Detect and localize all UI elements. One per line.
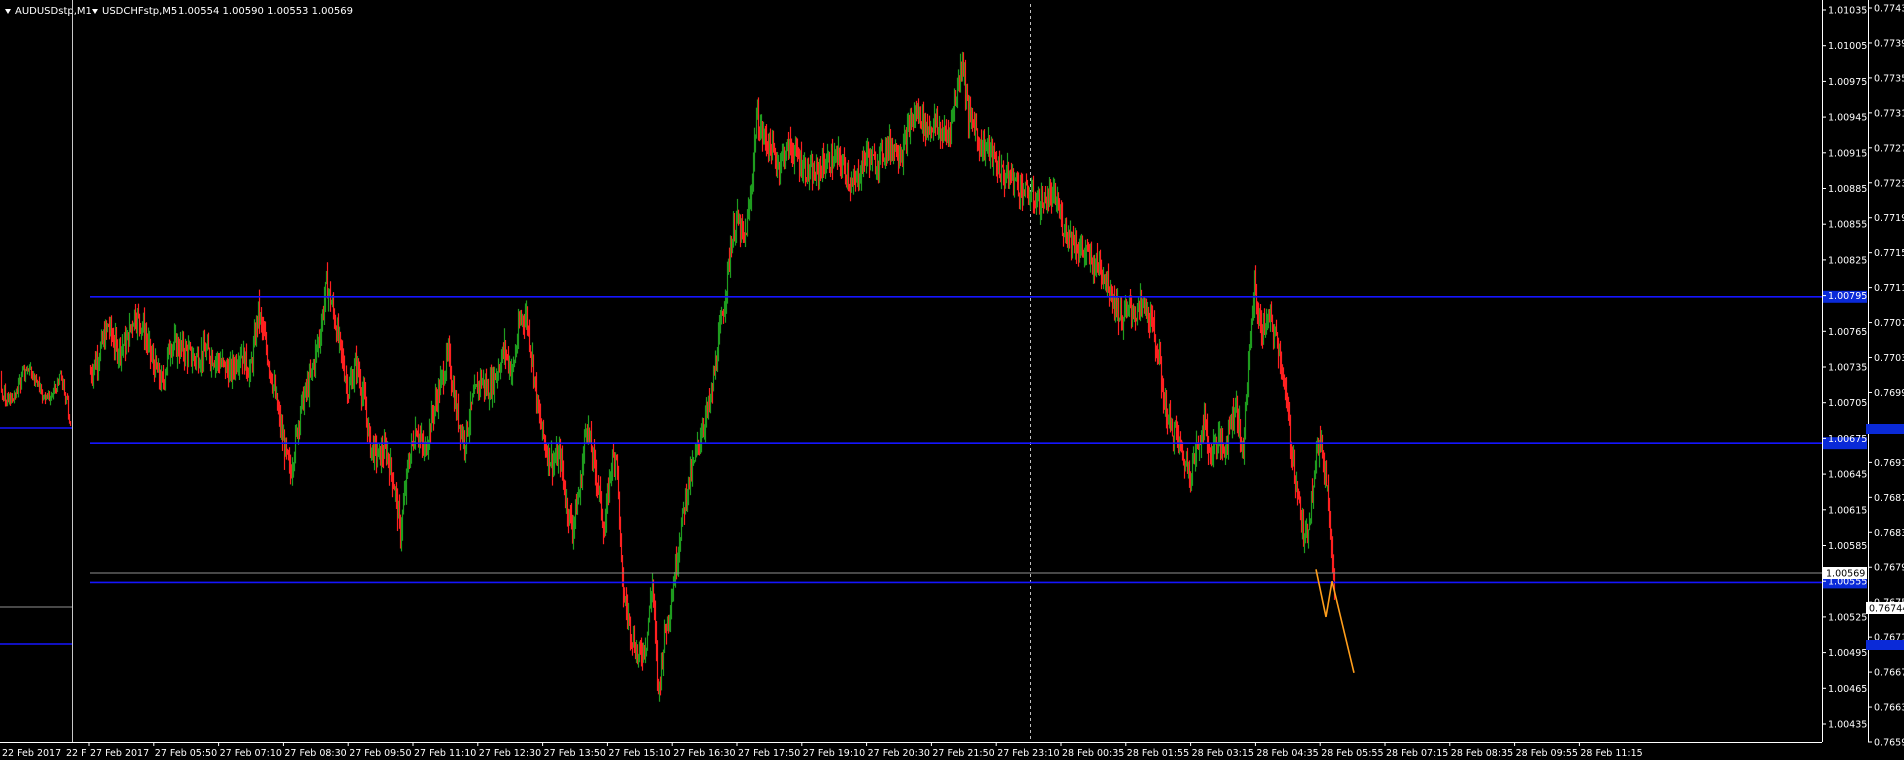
price-tick-label: 0.77395	[1874, 38, 1904, 49]
time-tick-label: 28 Feb 04:35	[1256, 748, 1318, 759]
price-tick-label: 0.76795	[1874, 563, 1904, 574]
time-tick-label: 28 Feb 01:55	[1127, 748, 1189, 759]
time-tick-label: 28 Feb 05:55	[1321, 748, 1383, 759]
price-tick-label: 1.01005	[1828, 41, 1867, 52]
time-tick-label: 28 Feb 00:35	[1062, 748, 1124, 759]
price-tick-label: 1.00735	[1828, 363, 1867, 374]
price-tick-label: 1.00645	[1828, 470, 1867, 481]
price-tick-label: 1.00435	[1828, 720, 1867, 731]
price-tick-label: 0.77315	[1874, 108, 1904, 119]
time-tick-label: 27 Feb 07:10	[220, 748, 282, 759]
price-tick-label: 1.00765	[1828, 327, 1867, 338]
price-tick-label: 0.77075	[1874, 318, 1904, 329]
time-tick-label: 27 Feb 17:50	[738, 748, 800, 759]
price-tick-label: 1.00915	[1828, 148, 1867, 159]
time-tick-label: 28 Feb 03:15	[1192, 748, 1254, 759]
time-tick-label: 27 Feb 19:10	[803, 748, 865, 759]
price-tick-label: 1.00525	[1828, 612, 1867, 623]
audusd-level-tag-upper[interactable]	[1866, 424, 1904, 434]
price-tick-label: 0.76635	[1874, 703, 1904, 714]
trading-terminal: AUDUSDstp,M1 USDCHFstp,M5 1.00554 1.0059…	[0, 0, 1904, 760]
time-tick-label: 27 Feb 23:10	[997, 748, 1059, 759]
price-tick-label: 1.00615	[1828, 505, 1867, 516]
usdchf-price-labels: 1.01035 1.01005 1.00975 1.00945 1.00915 1.008…	[1822, 6, 1867, 731]
usdchf-ohlc-readout: 1.00554 1.00590 1.00553 1.00569	[178, 6, 353, 17]
price-tick-label: 0.77235	[1874, 178, 1904, 189]
audusd-current-price: 0.76744	[1869, 604, 1904, 615]
price-tick-label: 1.00465	[1828, 684, 1867, 695]
price-tick-label: 0.76875	[1874, 493, 1904, 504]
time-tick-label: 27 Feb 16:30	[673, 748, 735, 759]
time-tick-label: 28 Feb 08:35	[1451, 748, 1513, 759]
price-tick-label: 1.00825	[1828, 255, 1867, 266]
price-tick-label: 1.00945	[1828, 113, 1867, 124]
time-tick-label: 27 Feb 05:50	[155, 748, 217, 759]
audusd-current-price-tag: 0.76744	[1866, 602, 1904, 615]
usdchf-current-price-tag: 1.00569	[1823, 567, 1867, 580]
price-tick-label: 0.76835	[1874, 528, 1904, 539]
price-tick-label: 0.76595	[1874, 738, 1904, 749]
time-tick-label: 28 Feb 07:15	[1386, 748, 1448, 759]
time-tick-label: 27 Feb 15:10	[608, 748, 670, 759]
price-tick-label: 0.76675	[1874, 668, 1904, 679]
time-tick-label: 27 Feb 21:50	[932, 748, 994, 759]
price-tick-label: 1.00885	[1828, 184, 1867, 195]
price-tick-label: 1.00675	[1828, 434, 1867, 445]
price-tick-label: 1.00705	[1828, 398, 1867, 409]
usdchf-current-price: 1.00569	[1826, 569, 1865, 580]
price-tick-label: 1.00585	[1828, 541, 1867, 552]
time-tick-label: 28 Feb 11:15	[1580, 748, 1642, 759]
audusd-chart-title: AUDUSDstp,M1	[15, 6, 92, 17]
time-tick-label: 27 Feb 20:30	[868, 748, 930, 759]
time-tick-label: 28 Feb 09:55	[1516, 748, 1578, 759]
audusd-level-tag-lower[interactable]	[1866, 640, 1904, 650]
price-tick-label: 0.77115	[1874, 283, 1904, 294]
price-tick-label: 0.77195	[1874, 213, 1904, 224]
usdchf-chart-title: USDCHFstp,M5	[102, 6, 177, 17]
price-tick-label: 1.00855	[1828, 220, 1867, 231]
price-tick-label: 0.77355	[1874, 73, 1904, 84]
time-tick-label: 22 Feb 2017	[2, 748, 61, 759]
price-tick-label: 0.77155	[1874, 248, 1904, 259]
price-tick-label: 1.00495	[1828, 648, 1867, 659]
price-tick-label: 0.77435	[1874, 4, 1904, 15]
price-tick-label: 0.76995	[1874, 388, 1904, 399]
time-tick-label: 27 Feb 2017	[90, 748, 149, 759]
time-tick-label: 27 Feb 13:50	[544, 748, 606, 759]
price-tick-label: 1.00795	[1828, 291, 1867, 302]
time-tick-label: 27 Feb 08:30	[284, 748, 346, 759]
time-tick-label: 27 Feb 11:10	[414, 748, 476, 759]
time-tick-label: 27 Feb 09:50	[349, 748, 411, 759]
price-tick-label: 0.77035	[1874, 353, 1904, 364]
price-tick-label: 1.00975	[1828, 77, 1867, 88]
price-tick-label: 1.01035	[1828, 6, 1867, 17]
time-tick-label: 27 Feb 12:30	[479, 748, 541, 759]
price-tick-label: 0.76915	[1874, 458, 1904, 469]
time-tick-label: 22 F	[66, 748, 87, 759]
price-tick-label: 0.77275	[1874, 143, 1904, 154]
